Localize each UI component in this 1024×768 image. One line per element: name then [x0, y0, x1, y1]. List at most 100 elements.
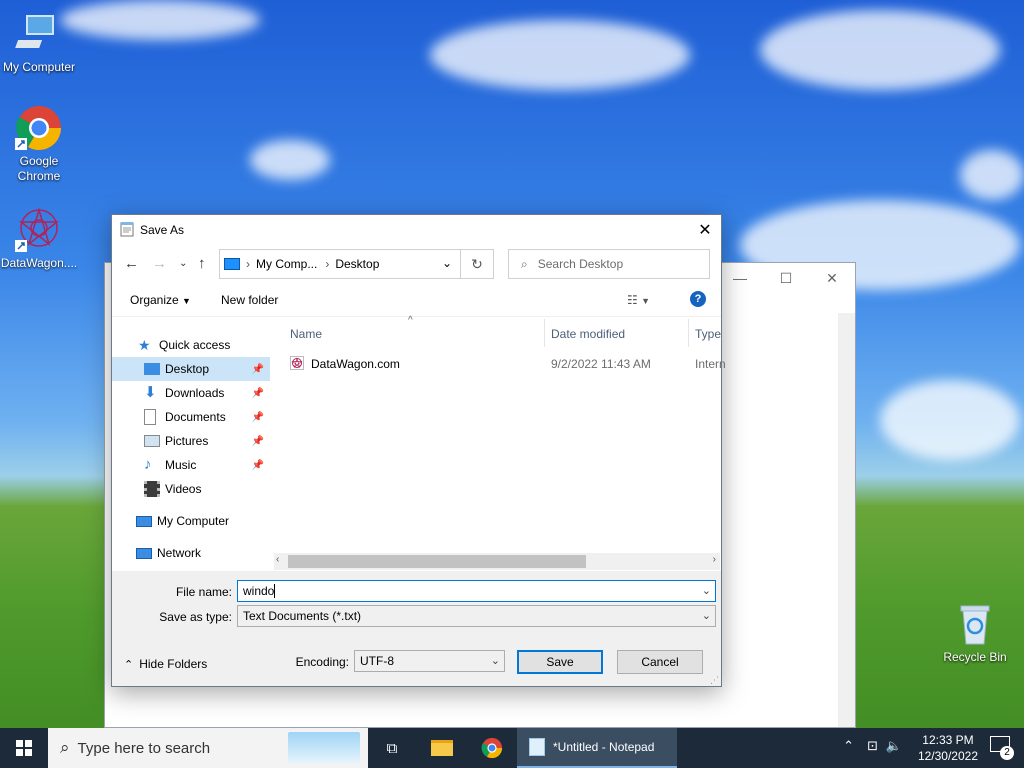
notepad-maximize-button[interactable]: ☐	[763, 263, 809, 293]
pin-icon: 📌	[251, 363, 264, 375]
task-view-button[interactable]: ⧉	[370, 728, 414, 768]
help-icon[interactable]: ?	[690, 291, 706, 307]
file-list-horizontal-scrollbar[interactable]: ‹ ›	[274, 553, 720, 570]
close-icon[interactable]: ✕	[689, 215, 721, 245]
save-as-dialog: Save As ✕ ← → ⌄ ↑ › My Comp... › Desktop…	[111, 214, 726, 687]
save-as-type-label: Save as type:	[159, 610, 232, 624]
refresh-button[interactable]: ↻	[461, 249, 494, 279]
datawagon-icon	[15, 206, 63, 254]
chevron-up-icon: ⌃	[124, 658, 134, 671]
recycle-bin-icon	[951, 600, 999, 648]
up-arrow-icon[interactable]: ↑	[198, 255, 206, 272]
pin-icon: 📌	[251, 459, 264, 471]
desktop-icon-label: My Computer	[2, 60, 76, 74]
file-type: Intern	[695, 357, 726, 371]
column-header-type[interactable]: Type	[695, 327, 721, 341]
breadcrumb-separator-icon: ›	[246, 257, 250, 271]
music-note-icon: ♪	[144, 456, 152, 473]
desktop-icon-label: Recycle Bin	[943, 650, 1007, 664]
show-hidden-icons-chevron-icon[interactable]: ⌃	[843, 738, 854, 754]
notepad-minimize-button[interactable]: —	[717, 263, 763, 293]
chrome-icon	[15, 104, 63, 152]
pin-icon: 📌	[251, 387, 264, 399]
breadcrumb-desktop[interactable]: Desktop	[335, 257, 379, 271]
sidebar-item-network[interactable]: Network	[136, 541, 270, 565]
search-icon: ⌕	[60, 738, 70, 757]
scroll-right-icon[interactable]: ›	[713, 554, 716, 565]
scroll-left-icon[interactable]: ‹	[276, 554, 279, 565]
folder-icon	[431, 740, 453, 756]
organize-button[interactable]: Organize ▼	[130, 293, 191, 307]
start-button[interactable]	[0, 728, 48, 768]
cloud	[880, 380, 1020, 460]
taskbar-notepad[interactable]: *Untitled - Notepad	[517, 728, 677, 768]
notepad-vertical-scrollbar[interactable]	[838, 313, 855, 727]
forward-arrow-icon[interactable]: →	[152, 255, 167, 272]
hide-folders-button[interactable]: ⌃ Hide Folders	[124, 657, 207, 671]
recent-locations-chevron-icon[interactable]: ⌄	[179, 258, 187, 269]
chevron-down-icon[interactable]: ⌄	[702, 584, 711, 597]
network-icon[interactable]: ⊡	[867, 738, 878, 754]
scrollbar-thumb[interactable]	[288, 555, 586, 568]
notepad-close-button[interactable]: ✕	[809, 263, 855, 293]
notification-count-badge: 2	[1000, 746, 1014, 760]
taskbar-search-box[interactable]: ⌕ Type here to search	[48, 728, 368, 768]
search-box[interactable]: ⌕ Search Desktop	[508, 249, 710, 279]
action-center-button[interactable]: 2	[990, 736, 1014, 760]
save-button[interactable]: Save	[517, 650, 603, 674]
taskbar: ⌕ Type here to search ⧉ *Untitled - Note…	[0, 728, 1024, 768]
documents-icon	[144, 409, 156, 425]
file-row[interactable]: DataWagon.com 9/2/2022 11:43 AM Intern	[270, 353, 726, 375]
column-divider	[688, 319, 689, 347]
desktop-icon-my-computer[interactable]: My Computer	[0, 10, 78, 75]
desktop-icon-datawagon[interactable]: DataWagon....	[0, 206, 78, 271]
desktop-icon-label: DataWagon....	[0, 256, 78, 270]
resize-grip-icon[interactable]: ⋰	[710, 675, 719, 686]
sidebar-item-pictures[interactable]: Pictures 📌	[144, 429, 270, 453]
sidebar-item-music[interactable]: ♪ Music 📌	[144, 453, 270, 477]
address-bar[interactable]: › My Comp... › Desktop ⌄	[219, 249, 461, 279]
cloud	[250, 140, 330, 180]
sidebar-item-videos[interactable]: Videos	[144, 477, 270, 501]
sidebar-item-quick-access[interactable]: ★ Quick access	[138, 333, 268, 357]
file-name-input[interactable]: windo ⌄	[237, 580, 716, 602]
desktop-icon-google-chrome[interactable]: Google Chrome	[0, 104, 78, 184]
star-icon: ★	[138, 337, 151, 353]
encoding-label: Encoding:	[295, 655, 349, 669]
save-as-type-select[interactable]: Text Documents (*.txt) ⌄	[237, 605, 716, 627]
internet-shortcut-icon	[290, 356, 304, 373]
taskbar-file-explorer[interactable]	[420, 728, 464, 768]
sidebar-item-desktop[interactable]: Desktop 📌	[112, 357, 270, 381]
pictures-icon	[144, 435, 160, 447]
computer-icon	[136, 515, 152, 527]
refresh-icon: ↻	[471, 255, 483, 272]
dialog-toolbar: Organize ▼ New folder ☷ ▼ ?	[112, 283, 721, 317]
network-icon	[136, 547, 152, 559]
column-header-name[interactable]: Name	[290, 327, 322, 341]
file-name-label: File name:	[175, 585, 232, 599]
view-options-icon[interactable]: ☷ ▼	[627, 293, 650, 307]
breadcrumb-my-computer[interactable]: My Comp...	[256, 257, 317, 271]
cancel-button[interactable]: Cancel	[617, 650, 703, 674]
dialog-title: Save As	[140, 223, 185, 237]
sort-ascending-icon: ^	[408, 315, 413, 326]
address-dropdown-chevron-icon[interactable]: ⌄	[442, 256, 452, 270]
sidebar-item-my-computer[interactable]: My Computer	[136, 509, 270, 533]
search-highlight-illustration-icon	[288, 732, 360, 764]
back-arrow-icon[interactable]: ←	[124, 255, 139, 272]
encoding-select[interactable]: UTF-8 ⌄	[354, 650, 505, 672]
text-caret	[274, 584, 276, 598]
save-options-panel: File name: windo ⌄ Save as type: Text Do…	[112, 571, 721, 686]
desktop-icon-recycle-bin[interactable]: Recycle Bin	[936, 600, 1014, 665]
navigation-pane: ★ Quick access Desktop 📌 ⬇ Downloads 📌 D…	[112, 319, 270, 567]
new-folder-button[interactable]: New folder	[221, 293, 278, 307]
taskbar-google-chrome[interactable]	[470, 728, 514, 768]
sidebar-item-downloads[interactable]: ⬇ Downloads 📌	[144, 381, 270, 405]
desktop-folder-icon	[144, 363, 160, 375]
desktop-icon-label: Google Chrome	[17, 154, 61, 183]
chrome-icon	[481, 737, 503, 759]
clock[interactable]: 12:33 PM 12/30/2022	[918, 732, 978, 764]
sidebar-item-documents[interactable]: Documents 📌	[144, 405, 270, 429]
volume-icon[interactable]: 🔈	[886, 738, 902, 754]
column-header-date-modified[interactable]: Date modified	[551, 327, 625, 341]
